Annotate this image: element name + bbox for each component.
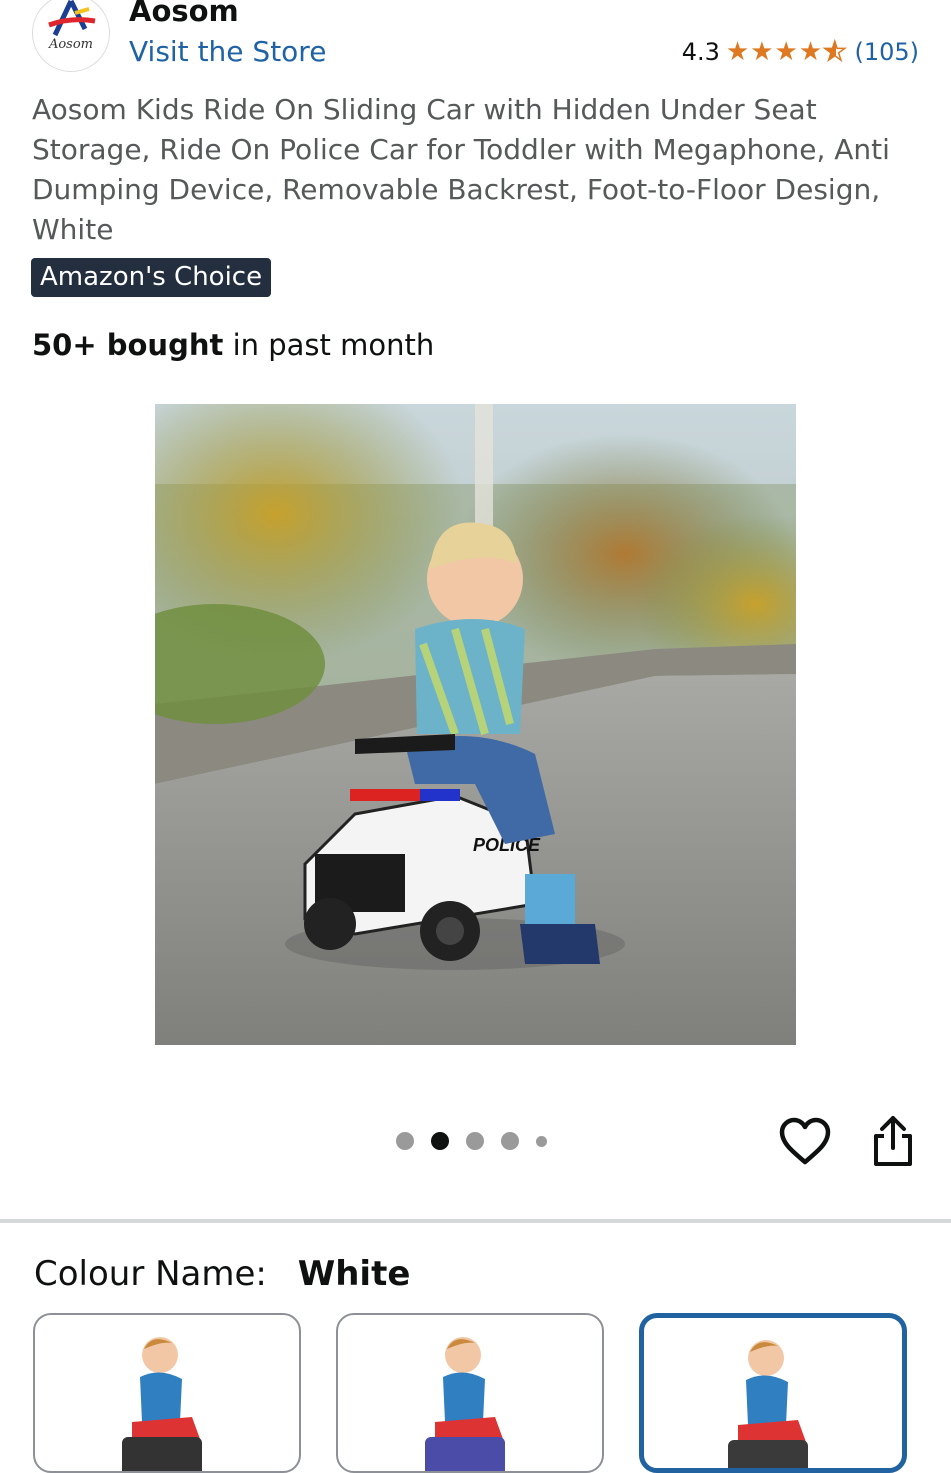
share-icon [874,1116,912,1166]
logo-text: Aosom [48,37,94,52]
star-icon: ★ [750,37,774,68]
swatch-thumbnail [728,1340,808,1468]
rating-summary[interactable]: 4.3 ★ ★ ★ ★ ★ ★ (105) [682,38,919,67]
product-title: Aosom Kids Ride On Sliding Car with Hidd… [32,93,890,246]
colour-value: White [297,1254,411,1294]
colour-selector-heading: Colour Name: White [34,1252,410,1296]
star-icon: ★ [774,37,798,68]
bought-count: 50+ bought in past month [32,325,434,365]
colour-swatch-option[interactable] [336,1313,604,1473]
brand-logo[interactable]: Aosom [32,0,110,72]
gallery-dot[interactable] [466,1132,484,1150]
rating-value: 4.3 [681,38,720,66]
product-main-image[interactable]: POLICE [155,404,796,1045]
wishlist-heart-button[interactable] [778,1116,832,1168]
bought-count-bold: 50+ bought [32,328,224,362]
gallery-pagination [396,1132,547,1150]
brand-name[interactable]: Aosom [129,0,239,29]
share-button[interactable] [868,1114,918,1168]
bought-count-suffix: in past month [223,328,435,362]
gallery-dot[interactable] [396,1132,414,1150]
amazons-choice-badge[interactable]: Amazon's Choice [31,258,272,297]
gallery-dot[interactable] [501,1132,519,1150]
heart-icon [779,1117,831,1165]
star-icon: ★ [725,37,750,68]
review-count-link[interactable]: (105) [854,38,919,67]
half-star-icon: ★ ★ [822,37,847,68]
gallery-dot[interactable] [536,1135,547,1147]
product-photo: POLICE [155,404,796,1045]
section-divider [0,1219,951,1223]
visit-store-link[interactable]: Visit the Store [129,35,326,69]
aosom-logo-mark [48,0,96,37]
colour-label: Colour Name: [34,1254,267,1294]
star-icon: ★ [798,37,823,68]
gallery-dot-active[interactable] [431,1132,449,1150]
star-rating: ★ ★ ★ ★ ★ ★ [725,37,847,68]
swatch-thumbnail [425,1337,505,1471]
colour-swatch-option-selected[interactable] [639,1313,907,1473]
swatch-thumbnail [122,1337,202,1471]
colour-swatch-option[interactable] [33,1313,301,1473]
